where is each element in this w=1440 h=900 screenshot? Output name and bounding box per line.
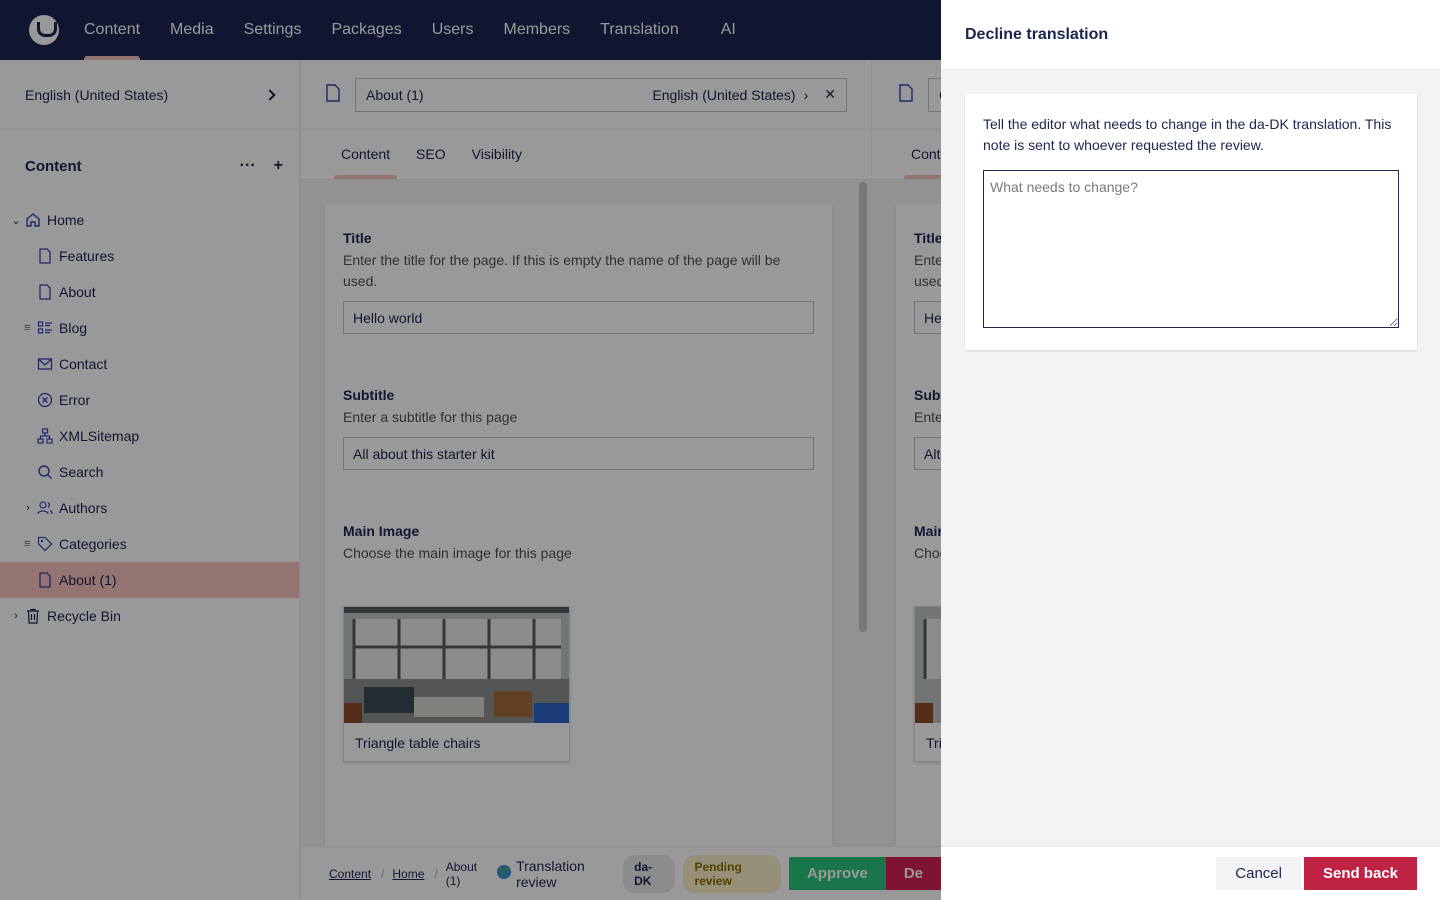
modal-footer: Cancel Send back (941, 846, 1440, 900)
decline-note-textarea[interactable] (983, 170, 1399, 328)
decline-translation-modal: Decline translation Tell the editor what… (941, 0, 1440, 900)
send-back-button[interactable]: Send back (1303, 857, 1417, 890)
cancel-button[interactable]: Cancel (1216, 857, 1301, 890)
modal-backdrop[interactable] (0, 0, 941, 900)
modal-title: Decline translation (941, 0, 1440, 70)
modal-instruction: Tell the editor what needs to change in … (983, 116, 1392, 153)
modal-content-box: Tell the editor what needs to change in … (965, 94, 1417, 350)
